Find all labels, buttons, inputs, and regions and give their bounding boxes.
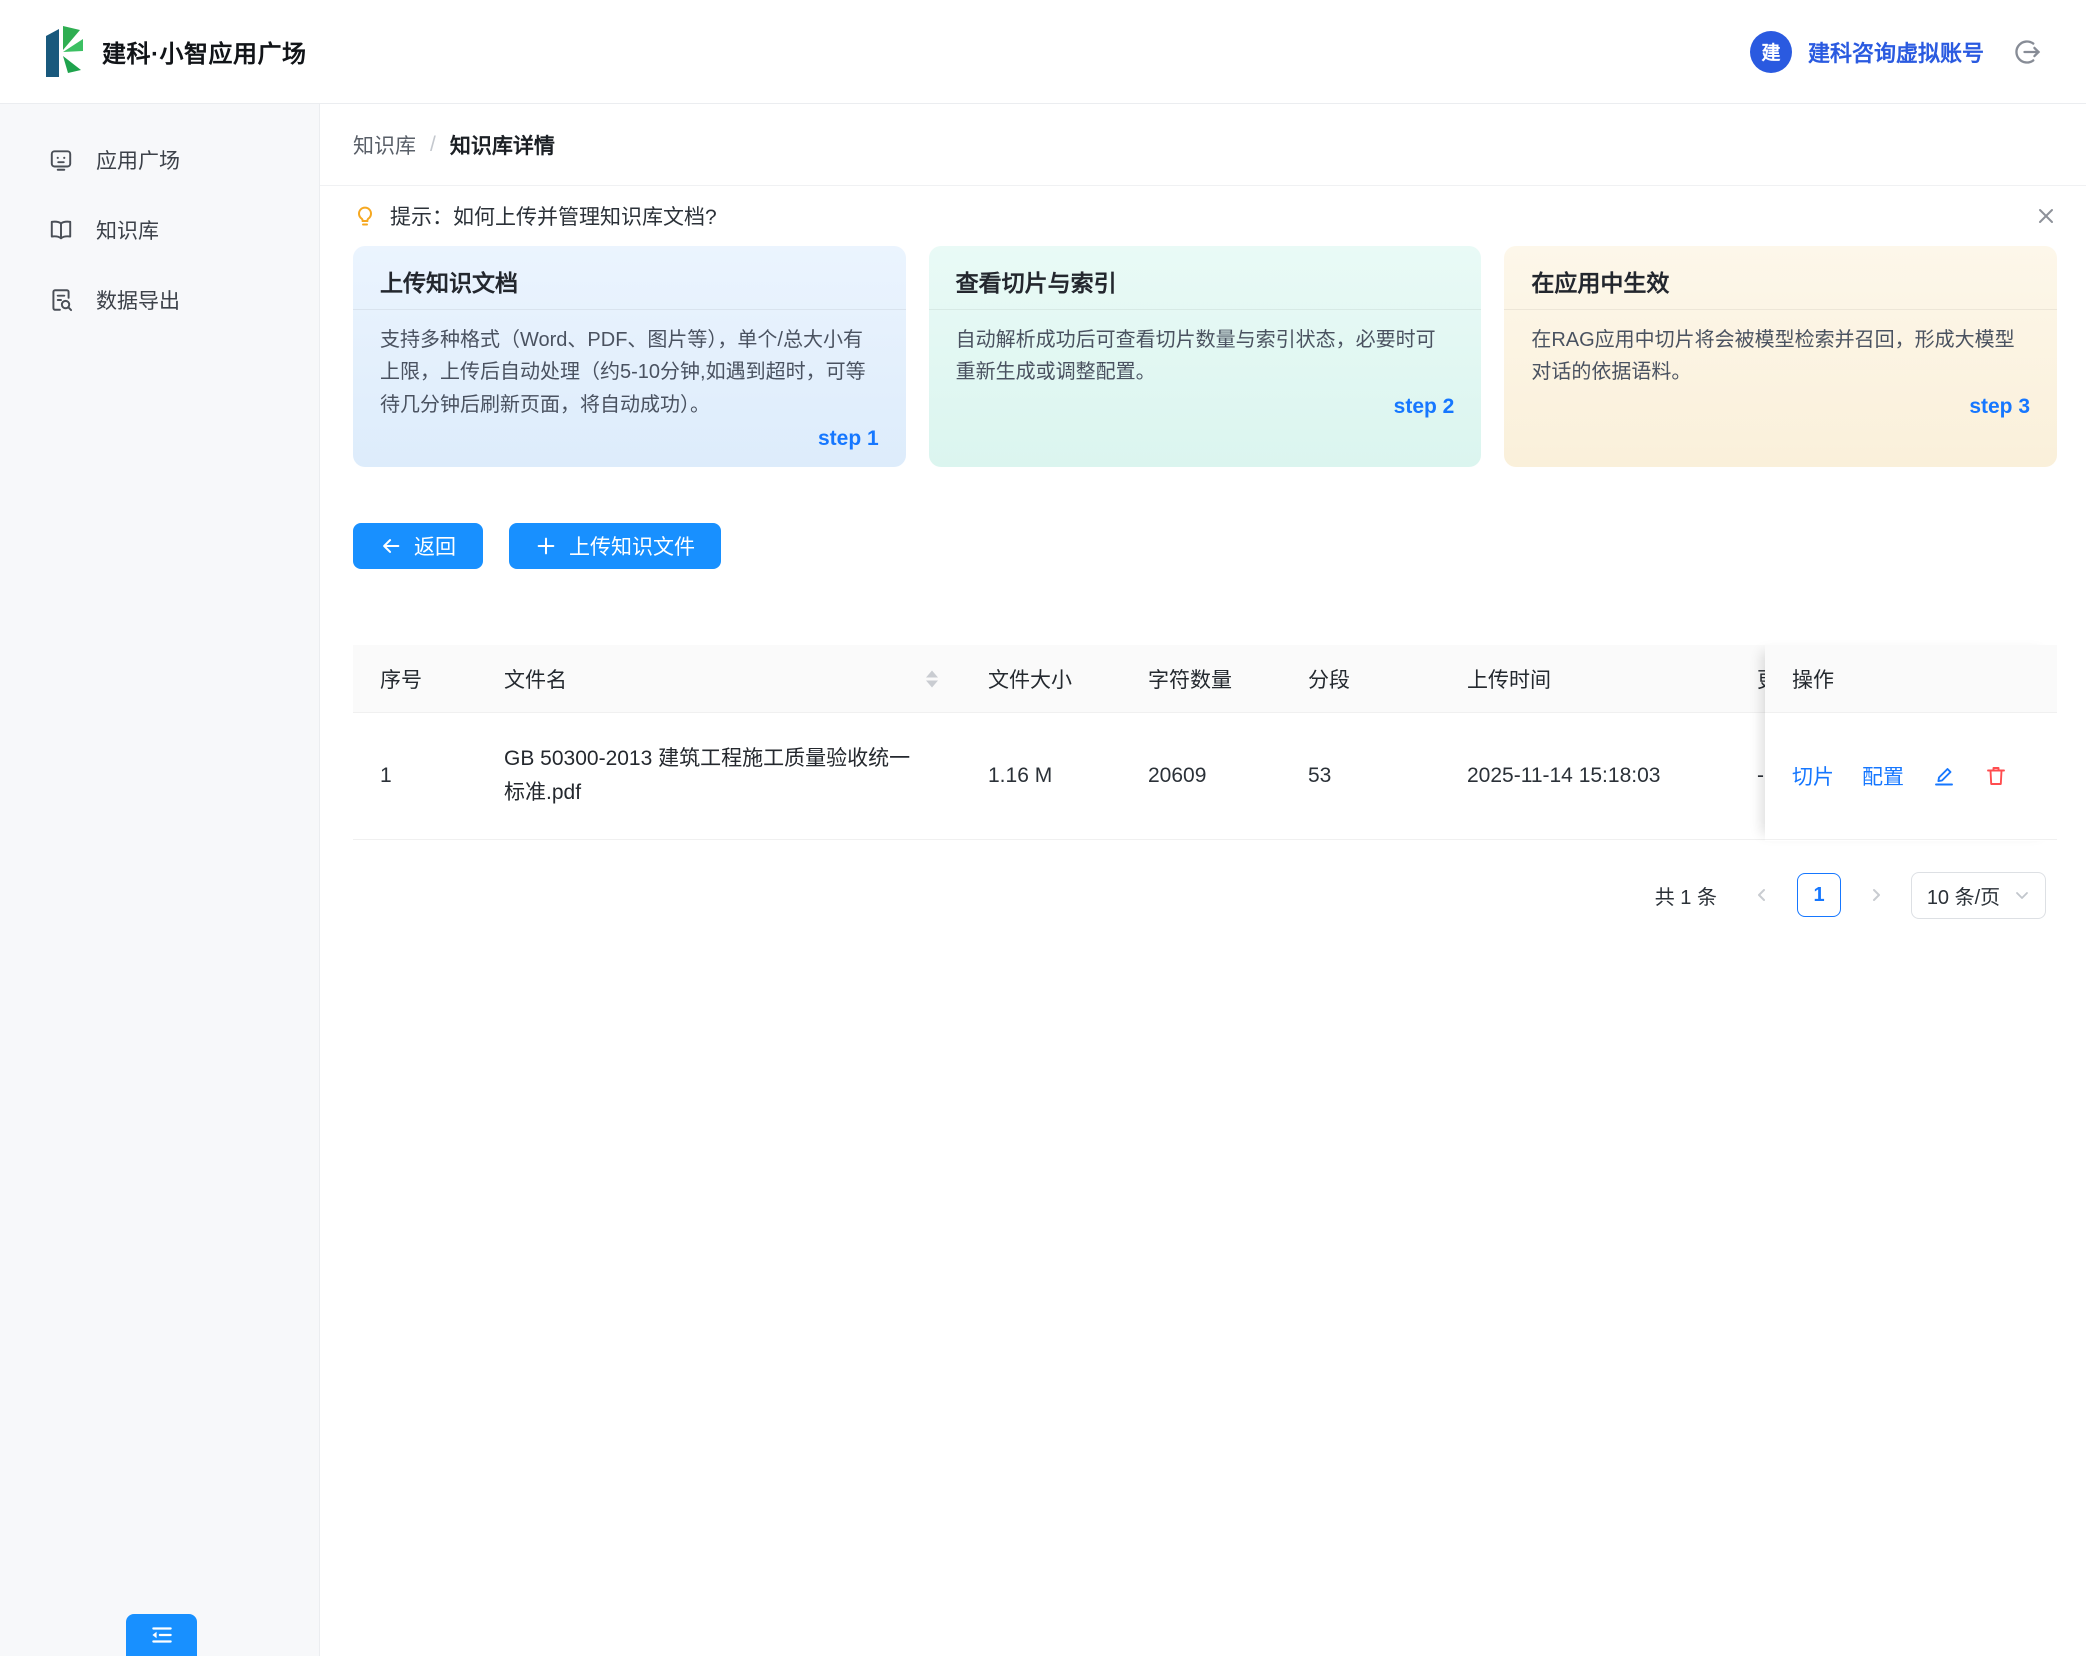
cell-segments: 53 xyxy=(1281,713,1440,839)
arrow-left-icon xyxy=(380,535,402,557)
documents-table: 序号 文件名 文件大小 字符数量 分段 上传时间 更 1 GB 50300-20… xyxy=(353,645,2057,840)
cell-chars: 20609 xyxy=(1121,713,1281,839)
step-card-body: 支持多种格式（Word、PDF、图片等），单个/总大小有上限，上传后自动处理（约… xyxy=(353,310,906,421)
prev-page-icon[interactable] xyxy=(1753,886,1771,904)
page-size-value: 10 条/页 xyxy=(1927,881,2000,910)
row-actions: 切片 配置 xyxy=(1765,713,2057,840)
step-card-slices: 查看切片与索引 自动解析成功后可查看切片数量与索引状态，必要时可重新生成或调整配… xyxy=(929,246,1482,467)
breadcrumb-current: 知识库详情 xyxy=(450,130,555,160)
sidebar: 应用广场 知识库 数据导出 xyxy=(0,104,320,1656)
col-header-chars: 字符数量 xyxy=(1121,645,1281,712)
sidebar-item-label: 数据导出 xyxy=(96,285,180,315)
col-header-index: 序号 xyxy=(353,645,477,712)
app-plaza-icon xyxy=(48,147,74,173)
cell-uploaded: 2025-11-14 15:18:03 xyxy=(1440,713,1730,839)
app-header: 建科·小智应用广场 建 建科咨询虚拟账号 xyxy=(0,0,2086,104)
slice-action-link[interactable]: 切片 xyxy=(1792,761,1834,791)
sidebar-collapse-button[interactable] xyxy=(126,1614,197,1656)
edit-icon[interactable] xyxy=(1932,764,1956,788)
tip-close-icon[interactable] xyxy=(2035,205,2057,227)
brand-logo-icon xyxy=(44,25,84,79)
chevron-down-icon xyxy=(2014,887,2030,903)
step-card-body: 在RAG应用中切片将会被模型检索并召回，形成大模型对话的依据语料。 xyxy=(1504,310,2057,389)
col-header-filename-label: 文件名 xyxy=(504,664,567,694)
config-action-link[interactable]: 配置 xyxy=(1862,761,1904,791)
step-card-title: 在应用中生效 xyxy=(1504,246,2057,310)
actions-fixed-column: 操作 切片 配置 xyxy=(1765,645,2057,841)
cell-size: 1.16 M xyxy=(961,713,1121,839)
tip-banner: 提示：如何上传并管理知识库文档? xyxy=(320,186,2086,246)
upload-knowledge-file-button[interactable]: 上传知识文件 xyxy=(509,523,721,569)
step-card-upload: 上传知识文档 支持多种格式（Word、PDF、图片等），单个/总大小有上限，上传… xyxy=(353,246,906,467)
app-logo-group: 建科·小智应用广场 xyxy=(44,25,307,79)
sort-caret-icon[interactable] xyxy=(926,670,938,687)
step-card-title: 查看切片与索引 xyxy=(929,246,1482,310)
tip-text: 提示：如何上传并管理知识库文档? xyxy=(390,201,717,231)
sidebar-item-label: 知识库 xyxy=(96,215,159,245)
step-badge: step 3 xyxy=(1504,389,2057,419)
step-cards: 上传知识文档 支持多种格式（Word、PDF、图片等），单个/总大小有上限，上传… xyxy=(353,246,2057,467)
user-avatar[interactable]: 建 xyxy=(1750,31,1792,73)
account-name[interactable]: 建科咨询虚拟账号 xyxy=(1808,36,1984,68)
logout-icon[interactable] xyxy=(2014,38,2042,66)
col-header-size: 文件大小 xyxy=(961,645,1121,712)
sidebar-item-label: 应用广场 xyxy=(96,145,180,175)
step-card-body: 自动解析成功后可查看切片数量与索引状态，必要时可重新生成或调整配置。 xyxy=(929,310,1482,389)
back-button[interactable]: 返回 xyxy=(353,523,483,569)
col-header-filename: 文件名 xyxy=(477,645,961,712)
page-number-button[interactable]: 1 xyxy=(1797,873,1841,917)
cell-index: 1 xyxy=(353,713,477,839)
page-size-select[interactable]: 10 条/页 xyxy=(1911,872,2046,919)
delete-icon[interactable] xyxy=(1984,764,2008,788)
back-button-label: 返回 xyxy=(414,531,456,561)
plus-icon xyxy=(535,535,557,557)
col-header-segments: 分段 xyxy=(1281,645,1440,712)
knowledge-base-book-icon xyxy=(48,217,74,243)
step-card-effective: 在应用中生效 在RAG应用中切片将会被模型检索并召回，形成大模型对话的依据语料。… xyxy=(1504,246,2057,467)
main-content: 知识库 / 知识库详情 提示：如何上传并管理知识库文档? 上传知识文档 支持多种… xyxy=(320,104,2086,1656)
upload-button-label: 上传知识文件 xyxy=(569,531,695,561)
pagination: 共 1 条 1 10 条/页 xyxy=(1655,870,2046,920)
step-badge: step 2 xyxy=(929,389,1482,419)
sidebar-item-app-plaza[interactable]: 应用广场 xyxy=(0,132,319,188)
toolbar: 返回 上传知识文件 xyxy=(353,523,721,569)
step-card-title: 上传知识文档 xyxy=(353,246,906,310)
cell-filename: GB 50300-2013 建筑工程施工质量验收统一标准.pdf xyxy=(477,713,961,839)
step-badge: step 1 xyxy=(353,421,906,451)
next-page-icon[interactable] xyxy=(1867,886,1885,904)
breadcrumb: 知识库 / 知识库详情 xyxy=(320,104,2086,186)
breadcrumb-separator: / xyxy=(430,133,436,157)
sidebar-item-data-export[interactable]: 数据导出 xyxy=(0,272,319,328)
col-header-uploaded: 上传时间 xyxy=(1440,645,1730,712)
app-title: 建科·小智应用广场 xyxy=(102,34,307,69)
lightbulb-icon xyxy=(353,204,377,228)
pagination-total: 共 1 条 xyxy=(1655,881,1717,910)
breadcrumb-parent[interactable]: 知识库 xyxy=(353,130,416,160)
data-export-icon xyxy=(48,287,74,313)
col-header-actions: 操作 xyxy=(1765,645,2057,713)
sidebar-item-knowledge-base[interactable]: 知识库 xyxy=(0,202,319,258)
menu-fold-icon xyxy=(149,1622,175,1648)
